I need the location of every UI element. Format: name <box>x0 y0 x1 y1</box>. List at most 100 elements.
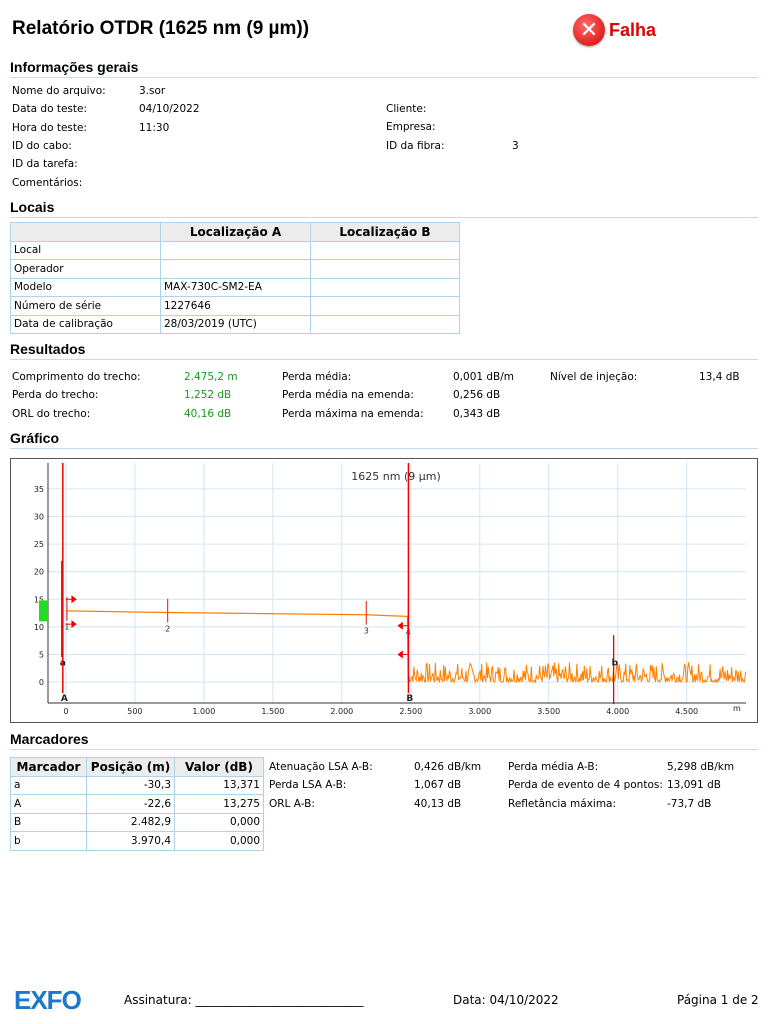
table-header: Localização A Localização B <box>10 222 460 242</box>
event-label: 2 <box>165 624 170 633</box>
table-row: b 3.970,4 0,000 <box>10 831 264 851</box>
field-label: Comentários: <box>12 176 83 189</box>
table-cell <box>160 240 311 260</box>
header-location-b: Localização B <box>310 222 460 242</box>
header-empty <box>10 222 161 242</box>
table-row: Operador <box>10 259 460 279</box>
marker-label: A <box>61 694 68 704</box>
section-results: Resultados <box>10 341 758 360</box>
section-locations: Locais <box>10 199 758 218</box>
table-cell: 2.482,9 <box>86 812 175 832</box>
markers-table: Marcador Posição (m) Valor (dB) a -30,3 13… <box>10 757 264 851</box>
table-row: Local <box>10 240 460 260</box>
result-label: Comprimento do trecho: <box>12 371 141 383</box>
y-tick-label: 0 <box>39 678 44 687</box>
header-position: Posição (m) <box>86 757 175 777</box>
table-header: Marcador Posição (m) Valor (dB) <box>10 757 264 777</box>
result-label: Perda do trecho: <box>12 389 99 402</box>
table-cell: 13,371 <box>174 775 264 795</box>
table-cell: a <box>10 775 87 795</box>
page-number: Página 1 de 2 <box>677 993 759 1007</box>
table-cell: 3.970,4 <box>86 831 175 851</box>
result-label: Perda média: <box>282 371 352 383</box>
table-cell <box>160 259 311 279</box>
fail-x-icon: ✕ <box>573 14 605 46</box>
x-tick-label: 4.500 <box>675 707 698 716</box>
header-marker: Marcador <box>10 757 87 777</box>
y-tick-label: 30 <box>34 513 44 522</box>
event-label: 3 <box>364 626 369 635</box>
table-cell: 13,275 <box>174 794 264 814</box>
x-tick-label: 3.500 <box>537 707 560 716</box>
field-value: 11:30 <box>139 121 170 134</box>
table-cell: 0,000 <box>174 831 264 851</box>
result-value: 0,001 dB/m <box>453 371 515 383</box>
table-cell: 0,000 <box>174 812 264 832</box>
marker-label: B <box>406 694 413 704</box>
result-value: 2.475,2 m <box>184 371 238 383</box>
table-row: Número de série 1227646 <box>10 296 460 316</box>
field-label: Hora do teste: <box>12 121 87 134</box>
x-axis-unit: m <box>733 704 741 713</box>
field-label: ID da tarefa: <box>12 158 78 171</box>
field-label: ID da fibra: <box>386 139 445 152</box>
result-label: Nível de injeção: <box>550 371 638 383</box>
result-value: 40,16 dB <box>184 407 232 420</box>
x-tick-label: 500 <box>127 707 142 716</box>
result-value: 0,343 dB <box>453 407 501 420</box>
result-label: Perda média na emenda: <box>282 389 414 402</box>
marker-result-value: 5,298 dB/km <box>667 761 735 773</box>
table-cell: Data de calibração <box>10 314 161 334</box>
field-value: 3 <box>512 139 519 152</box>
marker-result-value: 13,091 dB <box>667 779 721 792</box>
result-label: Perda máxima na emenda: <box>282 407 424 420</box>
result-value: 0,256 dB <box>453 389 501 402</box>
field-label: Cliente: <box>386 103 427 115</box>
header-value: Valor (dB) <box>174 757 264 777</box>
table-cell: -30,3 <box>86 775 175 795</box>
x-tick-label: 2.000 <box>330 707 353 716</box>
table-cell: Modelo <box>10 277 161 297</box>
table-cell: Número de série <box>10 296 161 316</box>
field-value: 3.sor <box>139 85 166 97</box>
table-cell: b <box>10 831 87 851</box>
y-tick-label: 10 <box>34 623 44 632</box>
table-cell: A <box>10 794 87 814</box>
field-label: Empresa: <box>386 121 436 134</box>
table-cell: B <box>10 812 87 832</box>
injection-level-bar <box>39 600 48 622</box>
x-tick-label: 3.000 <box>468 707 491 716</box>
table-row: B 2.482,9 0,000 <box>10 812 264 832</box>
table-cell <box>310 296 460 316</box>
field-value: 04/10/2022 <box>139 103 200 116</box>
x-tick-label: 1.000 <box>192 707 215 716</box>
marker-result-value: -73,7 dB <box>667 797 712 810</box>
x-tick-label: 4.000 <box>606 707 629 716</box>
section-general: Informações gerais <box>10 59 758 78</box>
y-tick-label: 25 <box>34 540 44 549</box>
locations-table: Localização A Localização B Local Operado… <box>10 222 460 334</box>
marker-result-value: 1,067 dB <box>414 779 462 792</box>
otdr-chart[interactable]: 0 500 1.000 1.500 2.000 2.500 3.000 3.500 4.000 4… <box>10 458 758 723</box>
result-value: 1,252 dB <box>184 389 232 402</box>
table-cell <box>310 314 460 334</box>
field-label: Data do teste: <box>12 103 87 116</box>
otdr-chart-svg[interactable]: 0 500 1.000 1.500 2.000 2.500 3.000 3.500 4.000 4… <box>11 459 757 722</box>
result-label: ORL do trecho: <box>12 407 91 420</box>
chart-title: 1625 nm (9 µm) <box>351 470 440 483</box>
table-cell: MAX-730C-SM2-EA <box>160 277 311 297</box>
table-cell: 28/03/2019 (UTC) <box>160 314 311 334</box>
table-cell <box>310 240 460 260</box>
exfo-logo: EXFO <box>14 985 82 1015</box>
lsa-arrow-left <box>397 650 408 659</box>
field-label: ID do cabo: <box>12 139 72 152</box>
table-row: a -30,3 13,371 <box>10 775 264 795</box>
table-row: A -22,6 13,275 <box>10 794 264 814</box>
result-value: 13,4 dB <box>699 371 740 383</box>
x-tick-label: 0 <box>63 707 68 716</box>
table-row: Modelo MAX-730C-SM2-EA <box>10 277 460 297</box>
table-cell: 1227646 <box>160 296 311 316</box>
marker-result-value: 40,13 dB <box>414 797 462 810</box>
noise-trace <box>406 616 747 684</box>
marker-result-label: Refletância máxima: <box>508 797 617 810</box>
